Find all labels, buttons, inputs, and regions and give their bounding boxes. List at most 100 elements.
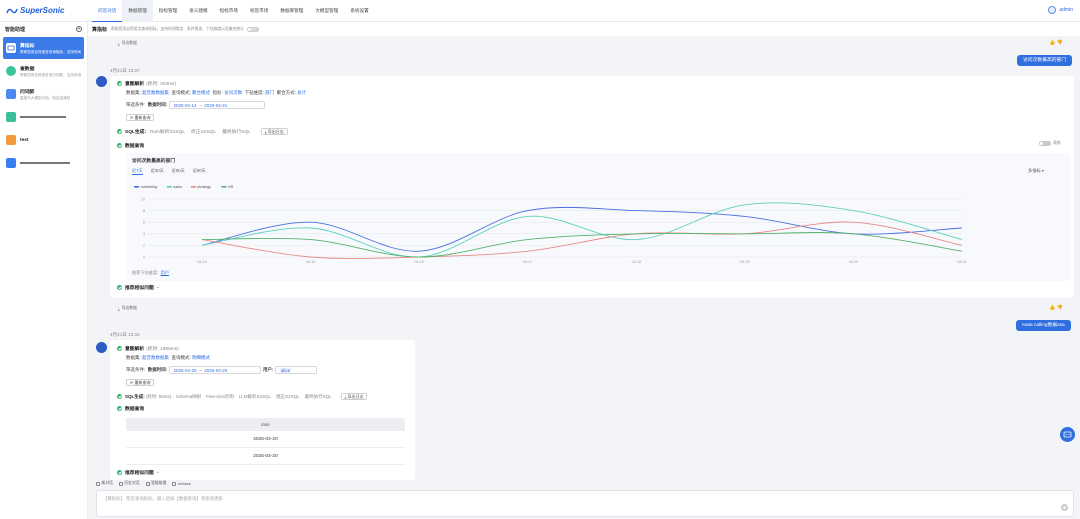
date-range-picker[interactable]: 2025-04-20 ~ 2025-04-20 xyxy=(168,366,261,374)
sidebar-item-chat-llm[interactable]: 问词醉 直接与大模型对话，验证连通性 xyxy=(3,83,84,105)
x-tick-label: 04-17 xyxy=(523,260,532,264)
date-range-picker[interactable]: 2025-04-14 ~ 2025-04-21 xyxy=(168,101,265,109)
add-agent-icon[interactable]: + xyxy=(76,26,82,32)
bot-avatar-icon xyxy=(96,76,107,87)
sidebar-item-redacted-2[interactable] xyxy=(3,152,84,174)
bot-avatar-icon xyxy=(96,342,107,353)
agent-header: 算指标 帮助您用自然语言查询指标，支持时间限定、条件筛选、下钻维度以及聚合统计 … xyxy=(88,22,1080,36)
send-button[interactable] xyxy=(1061,504,1068,511)
nav-item-metric-market[interactable]: 指标市场 xyxy=(214,0,244,22)
user-question: mata calling数据ssa xyxy=(1016,320,1071,331)
intent-step: 意图解析 (耗时: 303ms) xyxy=(117,80,176,87)
filter-row: 筛选条件: 数据时间: 2025-04-20 ~ 2025-04-20 用户: … xyxy=(126,366,317,374)
sql-step-correct[interactable]: 修正S2SQL xyxy=(276,394,300,400)
tab-90d[interactable]: 近90天 xyxy=(193,168,206,175)
chat-icon xyxy=(96,481,100,486)
nav-item-data-management[interactable]: 数据管理 xyxy=(122,0,153,22)
nav-item-semantic-modeling[interactable]: 语义建模 xyxy=(183,0,213,22)
agent-button[interactable]: 智能助理 xyxy=(145,481,166,486)
check-icon xyxy=(117,285,122,290)
chart-range-tabs: 近7天 近30天 近60天 近90天 xyxy=(132,168,214,175)
drill-dimension-link[interactable]: 用户 xyxy=(161,270,169,276)
intent-details: 数据集: 超音数数据集 查询模式: 聚合模式 指标: 访问次数 下钻维度: 部门… xyxy=(126,90,307,95)
sql-step-fewshot[interactable]: Few-shot示例 xyxy=(206,394,234,400)
sidebar-item-redacted-1[interactable] xyxy=(3,106,84,128)
table-row: 2025-04-20 xyxy=(126,448,405,465)
nav-item-chat[interactable]: 问答对话 xyxy=(92,0,123,22)
tab-7d[interactable]: 近7天 xyxy=(132,168,143,175)
robot-icon xyxy=(1063,431,1072,438)
feedback-icons[interactable]: 👍 👎 xyxy=(1049,305,1063,311)
sidebar-header: 智能助理 + xyxy=(0,22,87,36)
x-tick-label: 04-14 xyxy=(197,260,206,264)
history-button[interactable]: 历史对话 xyxy=(118,481,140,486)
sidebar-item-test[interactable]: test xyxy=(3,129,84,151)
data-query-step: 数据查询 xyxy=(117,405,144,412)
language-button[interactable]: chinese xyxy=(172,481,191,486)
check-icon xyxy=(117,143,122,148)
tab-30d[interactable]: 近30天 xyxy=(151,168,164,175)
sql-step-schema[interactable]: Schema映射 xyxy=(176,394,202,400)
table-icon xyxy=(6,135,16,145)
legend-item[interactable]: HR xyxy=(221,185,234,189)
export-log-button[interactable]: ⤓ 导出日志 xyxy=(260,128,288,135)
sql-step-final[interactable]: 最终执行SQL xyxy=(222,128,251,135)
assistant-float-button[interactable] xyxy=(1060,427,1075,442)
metric-switch-dropdown[interactable]: 多指标 ▾ xyxy=(1028,168,1044,174)
recommend-step[interactable]: 推荐相似问题 ⌄ xyxy=(117,284,160,291)
sql-step-final[interactable]: 最终执行SQL xyxy=(305,394,332,400)
logo[interactable]: SuperSonic xyxy=(6,6,88,15)
nav-item-metric-management[interactable]: 指标管理 xyxy=(153,0,183,22)
sql-step-rule[interactable]: Rule解析S2SQL xyxy=(150,128,185,135)
export-data-link[interactable]: ⤓ 导出数据 xyxy=(118,41,137,46)
sidebar-item-title: 算指标 xyxy=(20,43,35,49)
legend-label: marketing xyxy=(141,185,158,189)
download-icon: ⤓ xyxy=(118,41,120,46)
y-tick-label: 8 xyxy=(143,209,145,213)
nav-item-tag-market[interactable]: 标签市场 xyxy=(244,0,274,22)
export-data-link[interactable]: ⤓ 导出数据 xyxy=(118,306,137,311)
user-select[interactable]: alice xyxy=(274,366,317,374)
recommend-step[interactable]: 推荐相似问题 ⌄ xyxy=(117,469,160,476)
check-icon xyxy=(117,394,122,399)
input-toolbar: 新对话 历史对话 智能助理 chinese xyxy=(96,481,197,486)
sidebar-item-query-data[interactable]: 查数据 帮助您用自然语言进行问数，支持多维查询 xyxy=(3,60,84,82)
nav-item-database[interactable]: 数据库管理 xyxy=(274,0,309,22)
sidebar-item-metric[interactable]: 算指标 帮助您用自然语言查询指标，支持时间限定、条件筛选、下钻维度以及聚合统计 xyxy=(3,37,84,59)
legend-item[interactable]: sales xyxy=(166,185,182,189)
table-header: date xyxy=(126,418,405,431)
series-line-sales xyxy=(201,202,963,258)
language-icon xyxy=(172,481,177,486)
nav-item-settings[interactable]: 系统设置 xyxy=(344,0,374,22)
user-menu[interactable]: admin xyxy=(1048,6,1073,14)
download-icon: ⤓ xyxy=(118,306,120,311)
redacted-title xyxy=(20,161,70,164)
new-chat-button[interactable]: 新对话 xyxy=(96,481,113,486)
requery-button[interactable]: ⟳ 重新查询 xyxy=(126,114,155,121)
sidebar-item-desc: 直接与大模型对话，验证连通性 xyxy=(20,95,71,100)
debug-toggle[interactable]: 调试模式 xyxy=(246,26,259,35)
feedback-icons[interactable]: 👍 👎 xyxy=(1049,40,1063,46)
result-table: date 2025-04-20 2025-04-20 xyxy=(126,418,405,465)
requery-row: ⟳ 重新查询 xyxy=(126,379,155,386)
agent-icon xyxy=(6,43,16,53)
drill-hint: 推荐下钻维度: 用户 xyxy=(132,270,170,276)
table-toggle[interactable]: 表格 xyxy=(1039,141,1061,146)
chat-input[interactable]: 【算指标】 帮您查询指标，输入后按【数据查询】将查询更新 xyxy=(96,490,1074,517)
requery-button[interactable]: ⟳ 重新查询 xyxy=(126,379,155,386)
chevron-down-icon: ⌄ xyxy=(155,470,160,475)
y-tick-label: 4 xyxy=(143,232,145,236)
sidebar: 智能助理 + 算指标 帮助您用自然语言查询指标，支持时间限定、条件筛选、下钻维度… xyxy=(0,22,88,519)
sidebar-item-title: 查数据 xyxy=(20,66,35,72)
tab-60d[interactable]: 近60天 xyxy=(172,168,185,175)
user-tag: alice xyxy=(279,367,292,373)
legend-item[interactable]: strategy xyxy=(190,185,211,189)
sql-step-llm[interactable]: LLM解析S2SQL xyxy=(239,394,271,400)
sql-step-correct[interactable]: 修正S2SQL xyxy=(191,128,216,135)
legend-item[interactable]: marketing xyxy=(134,185,157,189)
nav-item-llm[interactable]: 大模型管理 xyxy=(309,0,344,22)
sidebar-item-title: test xyxy=(20,137,29,143)
legend-label: HR xyxy=(228,185,234,189)
send-icon xyxy=(1062,505,1067,510)
export-log-button[interactable]: ⤓ 导出日志 xyxy=(340,393,368,400)
